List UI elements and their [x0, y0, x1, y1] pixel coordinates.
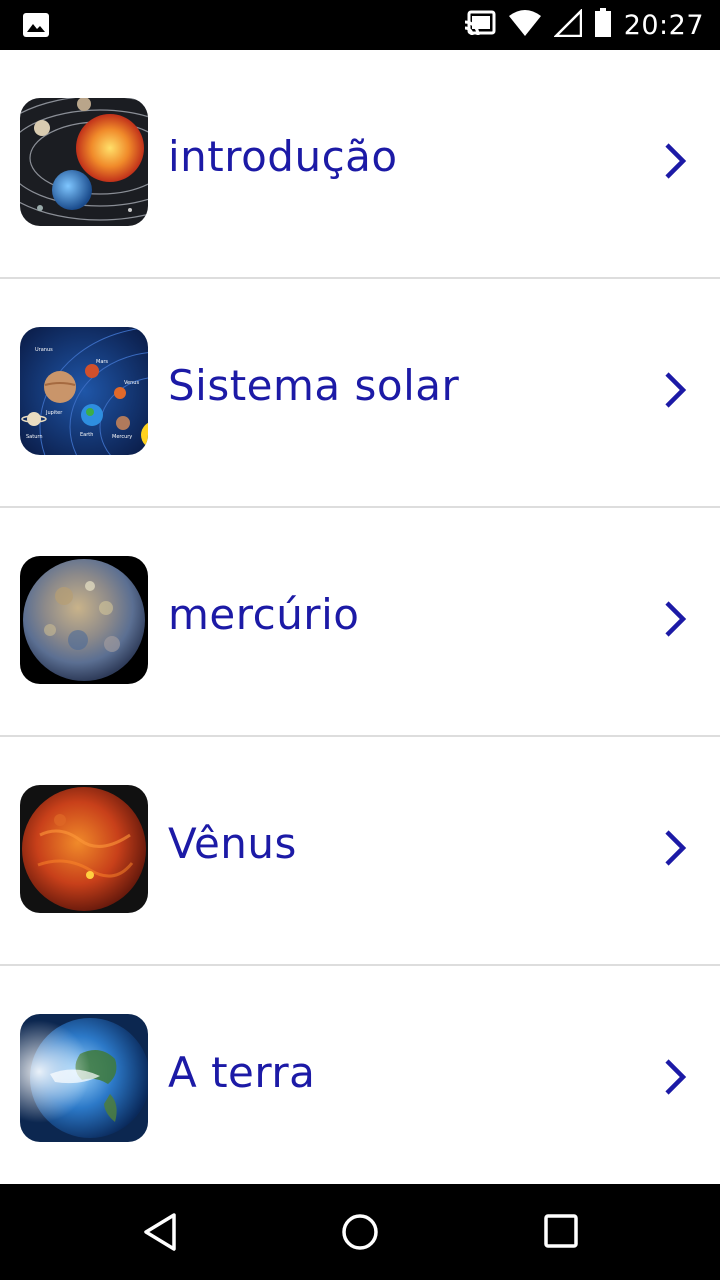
list-item[interactable]: Vênus — [0, 737, 720, 966]
list-item-label: introdução — [168, 132, 398, 181]
status-time: 20:27 — [623, 9, 704, 41]
image-notification-icon — [22, 12, 50, 43]
navigation-bar — [0, 1184, 720, 1280]
chevron-right-icon — [662, 828, 688, 873]
chevron-right-icon — [662, 599, 688, 644]
cast-icon — [464, 10, 496, 41]
list-item-label: Vênus — [168, 819, 297, 868]
diagram-label: Mercury — [112, 434, 132, 440]
list-item[interactable]: A terra — [0, 966, 720, 1184]
chevron-right-icon — [662, 370, 688, 415]
wifi-icon — [508, 9, 542, 42]
diagram-label: Saturn — [26, 434, 43, 440]
earth-planet-image — [20, 1014, 148, 1142]
recents-square-icon[interactable] — [542, 1212, 582, 1257]
list-item[interactable]: introdução — [0, 50, 720, 279]
diagram-label: Venus — [124, 380, 139, 386]
topics-list: introdução Uranus Mars Venus Jupiter Sat… — [0, 50, 720, 1184]
diagram-label: Mars — [96, 359, 108, 365]
list-item-label: Sistema solar — [168, 361, 460, 410]
chevron-right-icon — [662, 1057, 688, 1102]
back-triangle-icon[interactable] — [140, 1212, 180, 1257]
list-item-label: mercúrio — [168, 590, 360, 639]
chevron-right-icon — [662, 141, 688, 186]
list-item-label: A terra — [168, 1048, 316, 1097]
solar-system-orbits-image — [20, 98, 148, 226]
status-bar: 20:27 — [0, 0, 720, 50]
battery-icon — [594, 7, 612, 43]
list-item[interactable]: mercúrio — [0, 508, 720, 737]
diagram-label: Jupiter — [45, 410, 63, 416]
diagram-label: Earth — [80, 432, 93, 438]
diagram-label: Uranus — [35, 347, 53, 353]
planets-diagram-image: Uranus Mars Venus Jupiter Saturn Earth M… — [20, 327, 148, 455]
mercury-planet-image — [20, 556, 148, 684]
cell-signal-icon — [552, 7, 582, 42]
venus-planet-image — [20, 785, 148, 913]
list-item[interactable]: Uranus Mars Venus Jupiter Saturn Earth M… — [0, 279, 720, 508]
home-circle-icon[interactable] — [340, 1212, 380, 1257]
